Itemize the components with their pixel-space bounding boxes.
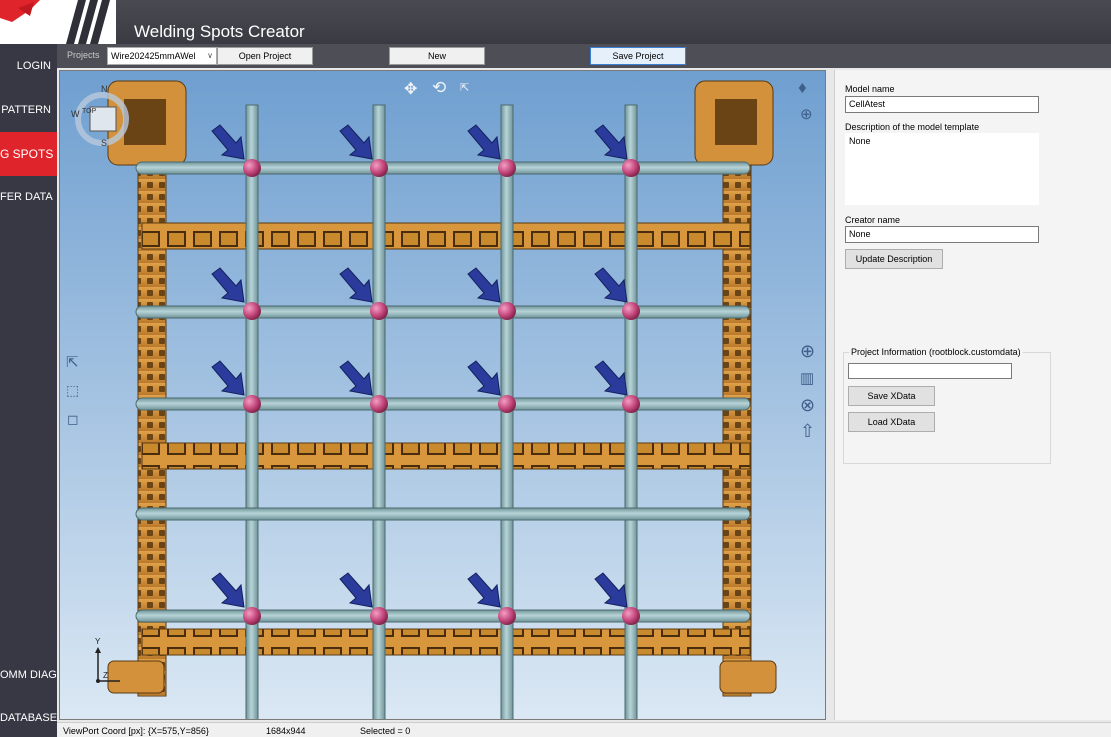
- add-spot-icon[interactable]: ⊕: [800, 341, 815, 362]
- project-select[interactable]: Wire202425mmAWel ∨: [107, 47, 217, 65]
- toolbar: Projects Wire202425mmAWel ∨ Open Project…: [57, 44, 1111, 68]
- properties-panel: Model name CellAtest Description of the …: [834, 70, 1111, 720]
- zoom-window-icon[interactable]: ⊕: [800, 105, 813, 123]
- sidebar-item-comm-diag[interactable]: OMM DIAG: [0, 655, 57, 695]
- project-information-legend: Project Information (rootblock.customdat…: [849, 347, 1023, 357]
- view-cube-west[interactable]: W: [71, 109, 80, 119]
- save-project-button[interactable]: Save Project: [590, 47, 686, 65]
- company-logo: [0, 0, 116, 44]
- description-label: Description of the model template: [845, 122, 980, 132]
- sidebar-item-transfer-data[interactable]: FER DATA: [0, 177, 57, 217]
- weld-direction-arrows: [211, 124, 628, 608]
- sidebar-item-welding-spots[interactable]: G SPOTS: [0, 132, 57, 176]
- orbit-icon[interactable]: ⟲: [432, 78, 446, 98]
- sidebar-item-database[interactable]: DATABASE: [0, 698, 57, 737]
- description-field[interactable]: None: [845, 133, 1039, 205]
- update-description-button[interactable]: Update Description: [845, 249, 943, 269]
- axis-y-label: Y: [95, 637, 101, 646]
- app-title: Welding Spots Creator: [134, 22, 305, 41]
- view-cube-north[interactable]: N: [101, 84, 108, 94]
- projects-label: Projects: [67, 50, 100, 60]
- viewport-size: 1684x944: [266, 726, 306, 736]
- project-information-group: Project Information (rootblock.customdat…: [843, 347, 1051, 464]
- view-cube-top-label[interactable]: TOP: [82, 108, 96, 115]
- app-window: Welding Spots Creator LOGIN PATTERN G SP…: [0, 0, 1111, 737]
- model-name-label: Model name: [845, 84, 895, 94]
- creator-name-label: Creator name: [845, 215, 901, 225]
- add-column-icon[interactable]: ▥: [800, 369, 814, 387]
- sidebar-item-login[interactable]: LOGIN: [0, 46, 57, 86]
- axis-z-label: Z: [103, 671, 108, 680]
- bookmark-icon[interactable]: ◻: [67, 411, 79, 428]
- load-xdata-button[interactable]: Load XData: [848, 412, 935, 432]
- box-select-icon[interactable]: ⬚: [66, 382, 79, 399]
- viewport-coordinates: ViewPort Coord [px]: {X=575,Y=856}: [63, 726, 209, 736]
- title-bar: Welding Spots Creator: [0, 0, 1111, 44]
- selection-count: Selected = 0: [360, 726, 411, 736]
- open-project-button[interactable]: Open Project: [217, 47, 313, 65]
- sidebar: LOGIN PATTERN G SPOTS FER DATA OMM DIAG …: [0, 44, 57, 737]
- new-project-button[interactable]: New: [389, 47, 485, 65]
- project-select-value: Wire202425mmAWel: [111, 51, 196, 61]
- sidebar-item-pattern[interactable]: PATTERN: [0, 90, 57, 130]
- remove-spot-icon[interactable]: ⊗: [800, 395, 815, 416]
- pan-icon[interactable]: ✥: [404, 79, 417, 99]
- view-cube-south[interactable]: S: [101, 138, 107, 148]
- axis-indicator: [90, 641, 124, 687]
- xdata-field[interactable]: [848, 363, 1012, 379]
- model-name-field[interactable]: CellAtest: [845, 96, 1039, 113]
- zoom-extents-icon[interactable]: ⇱: [460, 81, 469, 94]
- 3d-viewport[interactable]: TOP N S W ✥ ⟲ ⇱ ♦ ⊕ ⇱ ⬚ ◻ ⊕ ▥ ⊗ ⇧ Y Z: [59, 70, 826, 720]
- render-mode-icon[interactable]: ♦: [798, 78, 807, 98]
- fixture-scene: [107, 80, 777, 719]
- select-cursor-icon[interactable]: ⇱: [66, 353, 79, 371]
- save-xdata-button[interactable]: Save XData: [848, 386, 935, 406]
- status-bar: ViewPort Coord [px]: {X=575,Y=856} 1684x…: [57, 722, 1111, 737]
- chevron-down-icon: ∨: [207, 51, 213, 60]
- creator-name-field[interactable]: None: [845, 226, 1039, 243]
- export-icon[interactable]: ⇧: [800, 421, 815, 442]
